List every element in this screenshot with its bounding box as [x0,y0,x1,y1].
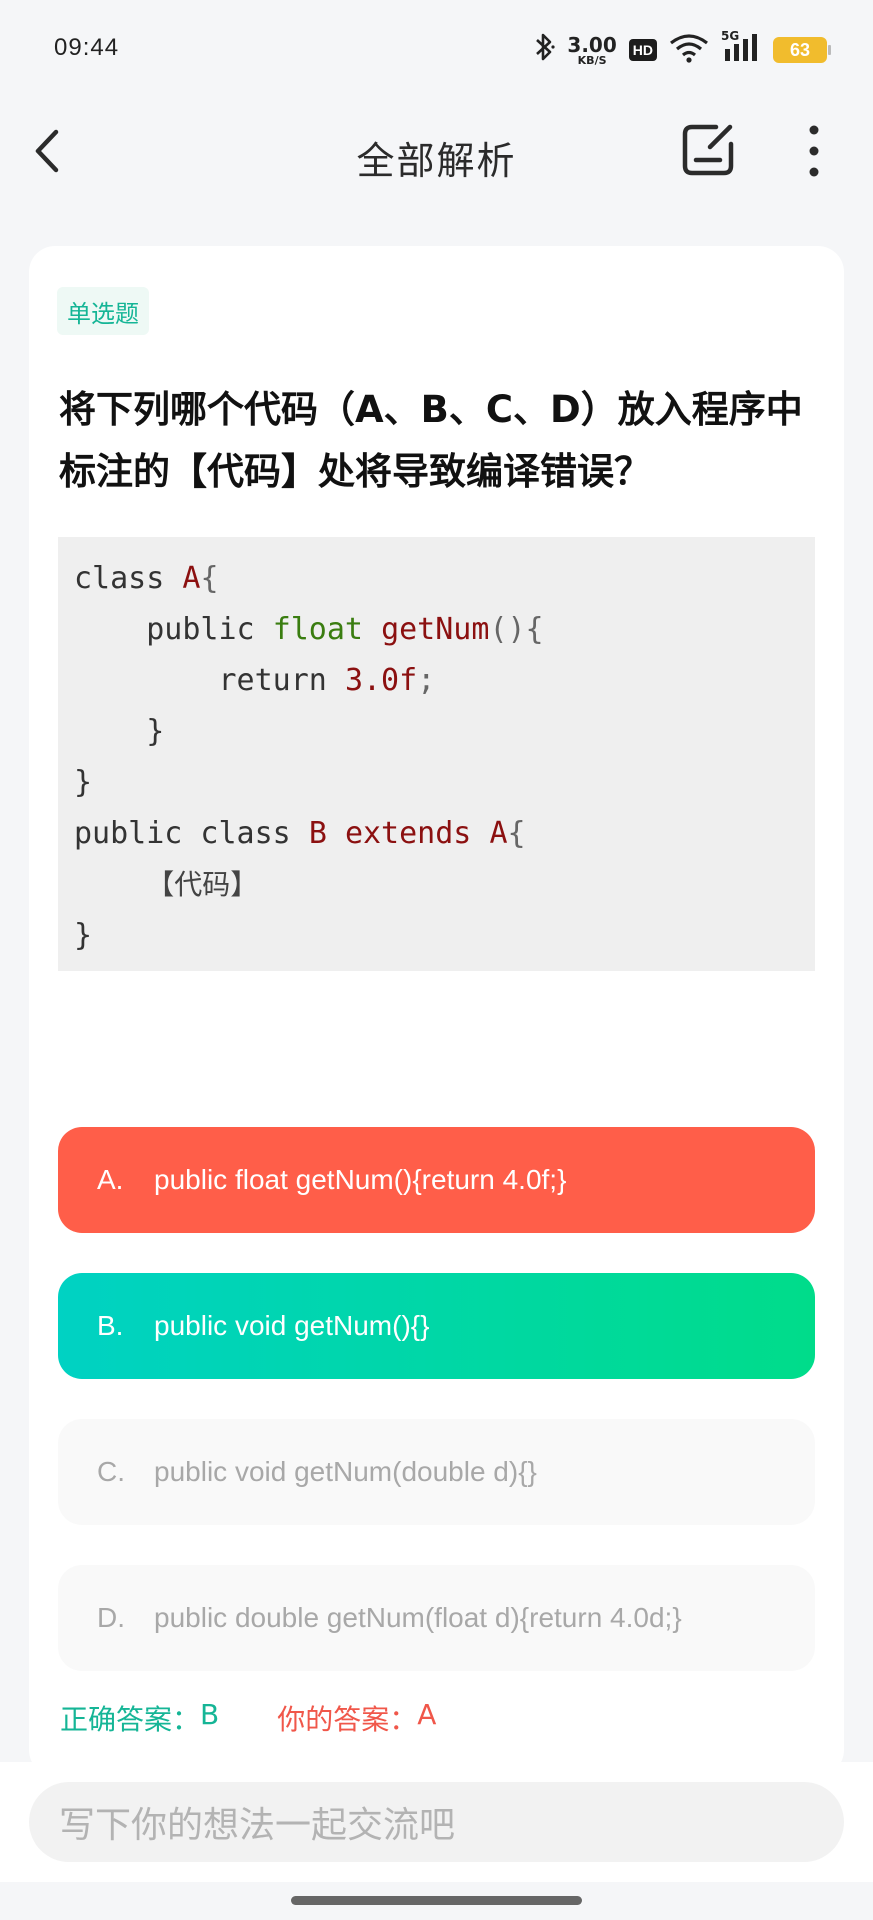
option-c[interactable]: C. public void getNum(double d){} [58,1419,815,1525]
code-punct: { [507,816,526,851]
status-bar: 09:44 3.00 KB/S HD 5G 63 [0,0,873,100]
status-icons: 3.00 KB/S HD 5G 63 [533,29,831,70]
code-line: return 3.0f; [74,655,815,706]
code-keyword: public [146,612,273,647]
code-line: class A{ [74,553,815,604]
comment-input[interactable]: 写下你的想法一起交流吧 [29,1782,844,1862]
code-line: 【代码】 [74,859,815,910]
your-answer-value: A [417,1698,437,1731]
net-speed-unit: KB/S [577,53,607,67]
option-letter: A. [97,1164,124,1195]
answer-summary: 正确答案： B 你的答案： A [60,1698,436,1738]
code-block: class A{ public float getNum(){ return 3… [58,537,815,971]
code-class: B [308,816,327,851]
wifi-icon [669,33,709,67]
question-text: 将下列哪个代码（A、B、C、D）放入程序中标注的【代码】处将导致编译错误？ [59,388,803,493]
code-class: A [489,816,508,851]
code-placeholder: 【代码】 [146,868,259,901]
home-indicator[interactable] [291,1896,582,1905]
code-keyword-extends: extends [344,816,472,851]
more-vertical-icon [809,125,819,177]
code-type: float [272,612,382,647]
option-text: public double getNum(float d){return 4.0… [154,1602,682,1633]
signal-icon: 5G [721,29,761,67]
option-b[interactable]: B. public void getNum(){} [58,1273,815,1379]
code-line: public class B extends A{ [74,808,815,859]
header-bar: 全部解析 [0,100,873,210]
code-class: A [182,561,201,596]
bluetooth-icon [533,32,556,69]
code-number: 3.0f [344,663,418,698]
option-letter: D. [97,1602,125,1633]
edit-note-button[interactable] [680,122,736,178]
more-options-button[interactable] [800,124,828,178]
net-speed: 3.00 KB/S [567,35,616,66]
your-answer-label: 你的答案： [277,1703,418,1736]
net-speed-value: 3.00 [567,32,617,57]
code-line: } [74,765,93,800]
option-text: public void getNum(){} [154,1310,430,1341]
code-function: getNum [381,612,490,647]
correct-answer-value: B [200,1698,220,1731]
page-title: 全部解析 [356,139,517,183]
correct-answer-label: 正确答案： [60,1703,201,1736]
code-punct: { [200,561,219,596]
option-d[interactable]: D. public double getNum(float d){return … [58,1565,815,1671]
correct-answer: 正确答案： B [60,1698,219,1738]
code-punct: ; [417,663,436,698]
comment-bar: 写下你的想法一起交流吧 [0,1762,873,1882]
network-label: 5G [721,29,740,43]
code-keyword: public class [74,816,309,851]
question-type-badge: 单选题 [57,287,149,335]
status-time: 09:44 [54,34,120,61]
edit-note-icon [682,124,734,176]
battery-icon: 63 [773,37,831,63]
code-line: } [74,714,165,749]
code-punct: (){ [489,612,544,647]
question-card: 单选题 将下列哪个代码（A、B、C、D）放入程序中标注的【代码】处将导致编译错误… [29,246,844,1776]
your-answer: 你的答案： A [277,1698,436,1738]
gesture-nav-area [0,1882,873,1920]
hd-badge: HD [628,39,657,61]
option-text: public void getNum(double d){} [154,1456,537,1487]
code-keyword: return [218,663,345,698]
code-line: } [74,918,93,953]
option-letter: B. [97,1310,124,1341]
option-letter: C. [97,1456,125,1487]
code-keyword: class [74,561,183,596]
option-a[interactable]: A. public float getNum(){return 4.0f;} [58,1127,815,1233]
option-text: public float getNum(){return 4.0f;} [154,1164,567,1195]
code-line: public float getNum(){ [74,604,815,655]
